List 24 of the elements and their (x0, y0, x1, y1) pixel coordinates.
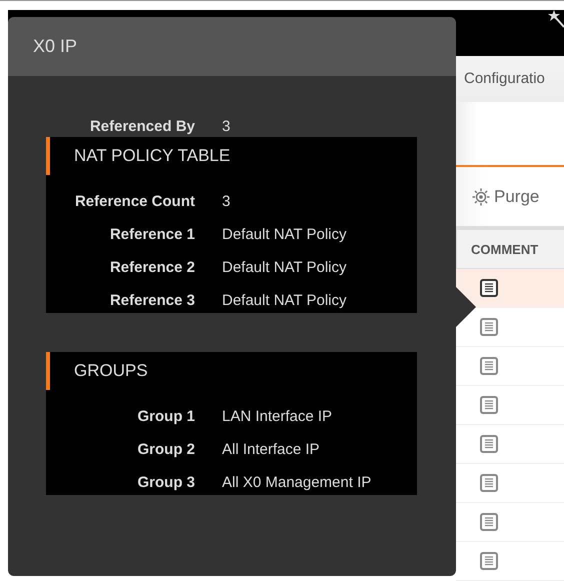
field-label: Group 3 (136, 474, 195, 491)
field-label: Group 2 (136, 441, 195, 458)
field-label: Reference Count (74, 193, 195, 210)
field-value: Default NAT Policy (222, 226, 348, 243)
field-label: Referenced By (88, 118, 195, 135)
section-title: NAT POLICY TABLE (46, 137, 417, 175)
field-value: Default NAT Policy (222, 259, 348, 276)
field-value: All X0 Management IP (222, 474, 372, 491)
table-row[interactable] (456, 269, 564, 308)
comment-icon[interactable] (480, 279, 498, 298)
section-title: GROUPS (46, 352, 417, 390)
field-value: LAN Interface IP (222, 408, 334, 425)
field-label: Reference 2 (108, 259, 195, 276)
field-value: Default NAT Policy (222, 292, 348, 309)
column-header[interactable]: COMMENT (456, 230, 564, 270)
field-label: Reference 1 (108, 226, 195, 243)
field-label: Reference 3 (108, 292, 195, 309)
field-value: 3 (222, 193, 232, 210)
field-value: 3 (222, 118, 232, 135)
popover-title: X0 IP (33, 36, 78, 57)
gear-icon (472, 188, 490, 206)
field-value: All Interface IP (222, 441, 321, 458)
field-label: Group 1 (136, 408, 195, 425)
wand-icon[interactable] (548, 10, 564, 28)
